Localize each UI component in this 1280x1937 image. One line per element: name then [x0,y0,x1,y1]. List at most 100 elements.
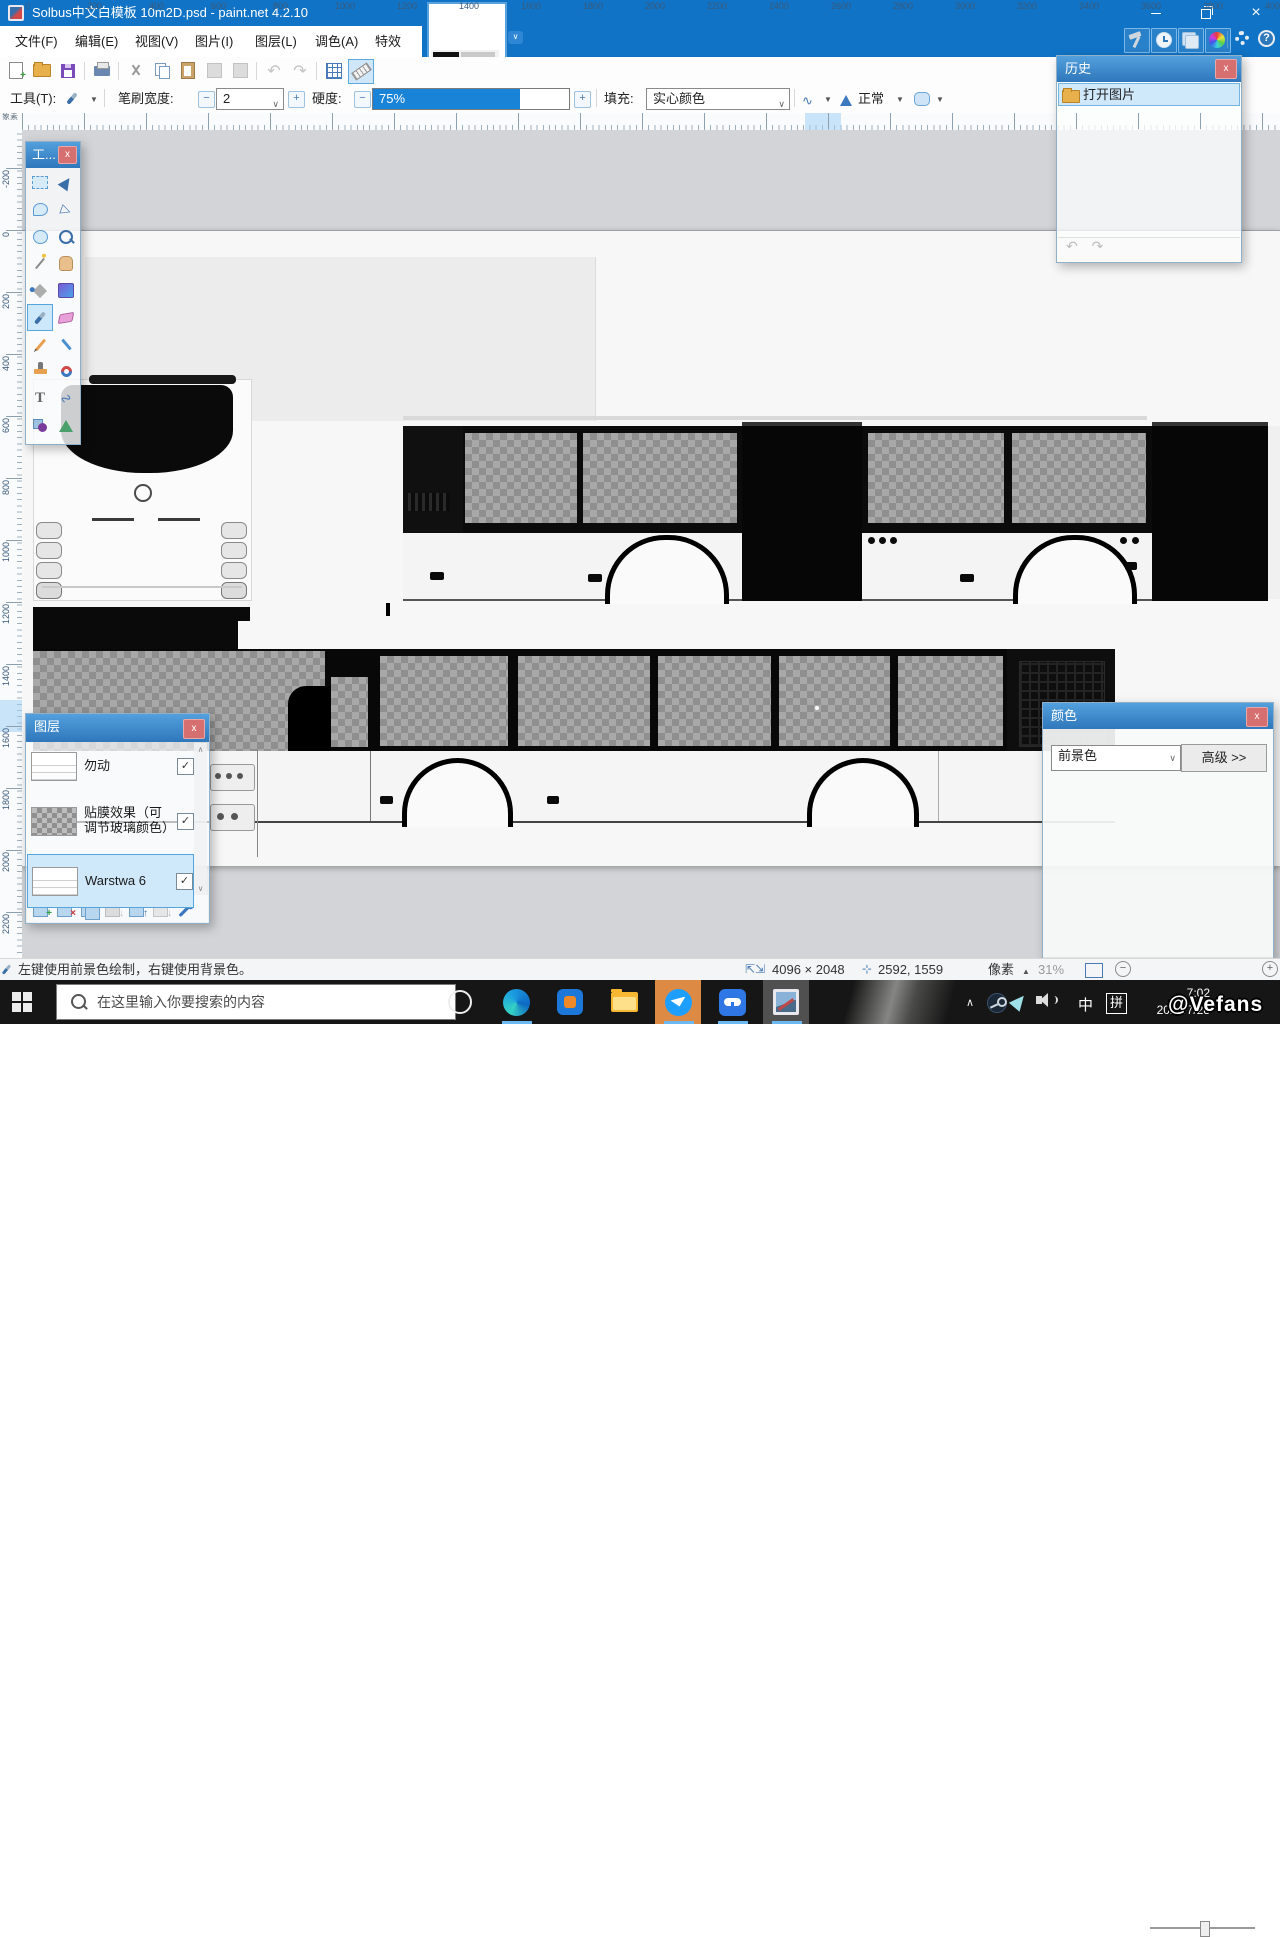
cut-button[interactable] [124,59,148,82]
antialias-caret[interactable]: ▼ [824,95,832,104]
tool-text[interactable]: T [27,385,53,412]
history-item-open-image[interactable]: 打开图片 [1058,83,1240,106]
zoom-out-button[interactable]: − [1115,961,1131,977]
layer-row-3[interactable]: Warstwa 6✓ [27,854,194,908]
tool-rectangle-select[interactable] [27,169,53,196]
tray-expand-icon[interactable]: ∧ [966,996,974,1009]
volume-icon[interactable] [1036,996,1042,1004]
tool-paint-bucket[interactable] [27,277,53,304]
new-button[interactable]: + [4,59,28,82]
menu-item-edit[interactable]: 编辑(E) [66,26,127,57]
crop-button[interactable] [202,59,226,82]
zoom-slider-handle[interactable] [1200,1921,1210,1937]
layers-toggle-button[interactable] [1178,28,1204,53]
tool-line-curve[interactable]: ∿ [53,385,79,412]
open-button[interactable] [30,59,54,82]
taskbar-paintdotnet[interactable] [763,980,809,1024]
tool-dropdown-caret[interactable]: ▼ [90,95,98,104]
taskbar-edge[interactable] [493,980,539,1024]
advanced-colors-button[interactable]: 高级 >> [1181,744,1267,772]
unit-selector[interactable]: 像素 [988,959,1014,981]
brush-width-increase[interactable]: + [288,91,305,108]
image-list-button[interactable]: ∨ [508,31,523,44]
redo-button[interactable]: ↷ [288,59,312,82]
tool-zoom[interactable] [53,223,79,250]
steam-icon[interactable] [987,993,1007,1013]
layer-visible-checkbox[interactable]: ✓ [177,758,194,775]
zoom-fit-button[interactable] [1085,963,1103,978]
copy-button[interactable] [150,59,174,82]
history-undo-icon[interactable]: ↶ [1066,238,1078,254]
tool-move-selected-pixels[interactable] [53,169,79,196]
taskbar-dingtalk[interactable] [655,980,701,1024]
deselect-button[interactable] [228,59,252,82]
paste-button[interactable] [176,59,200,82]
hardness-increase[interactable]: + [574,91,591,108]
hardness-slider[interactable]: 75% [372,88,570,110]
colors-close-button[interactable]: x [1246,707,1268,727]
history-panel-title[interactable]: 历史 [1057,56,1241,82]
tool-pan[interactable] [53,250,79,277]
menu-item-view[interactable]: 视图(V) [126,26,187,57]
scroll-down-icon[interactable]: ∨ [194,884,207,893]
menu-item-image[interactable]: 图片(I) [186,26,242,57]
fill-style-combo[interactable]: 实心颜色∨ [646,88,790,110]
tool-gradient[interactable] [53,277,79,304]
menu-item-effects[interactable]: 特效(C) [366,26,422,57]
menu-item-layers[interactable]: 图层(L) [246,26,306,57]
tool-pencil[interactable] [27,331,53,358]
tool-color-picker[interactable] [53,331,79,358]
layer-visible-checkbox[interactable]: ✓ [176,873,193,890]
tool-lasso-select[interactable] [27,196,53,223]
tools-close-button[interactable]: x [58,146,77,164]
selection-mode-caret[interactable]: ▼ [936,95,944,104]
hardness-decrease[interactable]: − [354,91,371,108]
layer-row-2[interactable]: 贴膜效果（可调节玻璃颜色）✓ [27,792,194,850]
zoom-in-button[interactable]: + [1262,961,1278,977]
layers-panel-title[interactable]: 图层 [26,714,209,742]
layer-visible-checkbox[interactable]: ✓ [177,813,194,830]
scroll-up-icon[interactable]: ∧ [194,745,207,754]
tool-magic-wand[interactable] [27,250,53,277]
layers-close-button[interactable]: x [183,719,205,739]
taskbar-browser-app[interactable] [547,980,593,1024]
tool-ellipse-select[interactable] [27,223,53,250]
tool-move-selection[interactable]: ▷ [53,196,79,223]
history-close-button[interactable]: x [1215,59,1237,79]
taskbar-file-explorer[interactable] [601,980,647,1024]
help-button[interactable]: ? [1255,28,1279,51]
history-toggle-button[interactable] [1151,28,1177,53]
layer-row-1[interactable]: 勿动✓ [27,743,194,789]
taskbar-cloud-app[interactable] [709,980,755,1024]
tool-shapes-triangle[interactable] [53,412,79,439]
ime-mode-indicator[interactable]: 拼 [1106,993,1127,1014]
blend-mode-value[interactable]: 正常 [858,84,884,113]
color-mode-combo[interactable]: 前景色∨ [1051,745,1181,771]
history-redo-icon[interactable]: ↷ [1092,238,1104,254]
tool-eraser[interactable] [53,304,79,331]
tool-shapes[interactable] [27,412,53,439]
antialias-curve-icon[interactable]: ∿ [802,92,813,110]
menu-item-adjust[interactable]: 调色(A) [306,26,367,57]
undo-button[interactable]: ↶ [262,59,286,82]
tool-paintbrush[interactable] [27,304,53,331]
tool-recolor[interactable] [53,358,79,385]
toggle-grid-button[interactable] [322,59,346,82]
current-tool-brush-icon[interactable] [70,92,74,110]
toggle-rulers-button[interactable] [348,59,374,84]
colors-panel-title[interactable]: 颜色 [1043,703,1273,729]
ime-language-indicator[interactable]: 中 [1078,994,1093,1015]
settings-button[interactable] [1231,28,1255,51]
tool-clone-stamp[interactable] [27,358,53,385]
brush-width-combo[interactable]: 2∨ [216,88,284,110]
selection-mode-icon[interactable] [914,92,930,111]
cortana-button[interactable] [437,980,483,1024]
blend-mode-caret[interactable]: ▼ [896,95,904,104]
brush-width-decrease[interactable]: − [198,91,215,108]
layers-scrollbar[interactable]: ∧ ∨ [194,743,207,895]
save-button[interactable] [56,59,80,82]
print-button[interactable] [90,59,114,82]
tools-toggle-button[interactable] [1124,28,1150,53]
start-button[interactable] [12,992,32,1012]
menu-item-file[interactable]: 文件(F) [6,26,67,57]
